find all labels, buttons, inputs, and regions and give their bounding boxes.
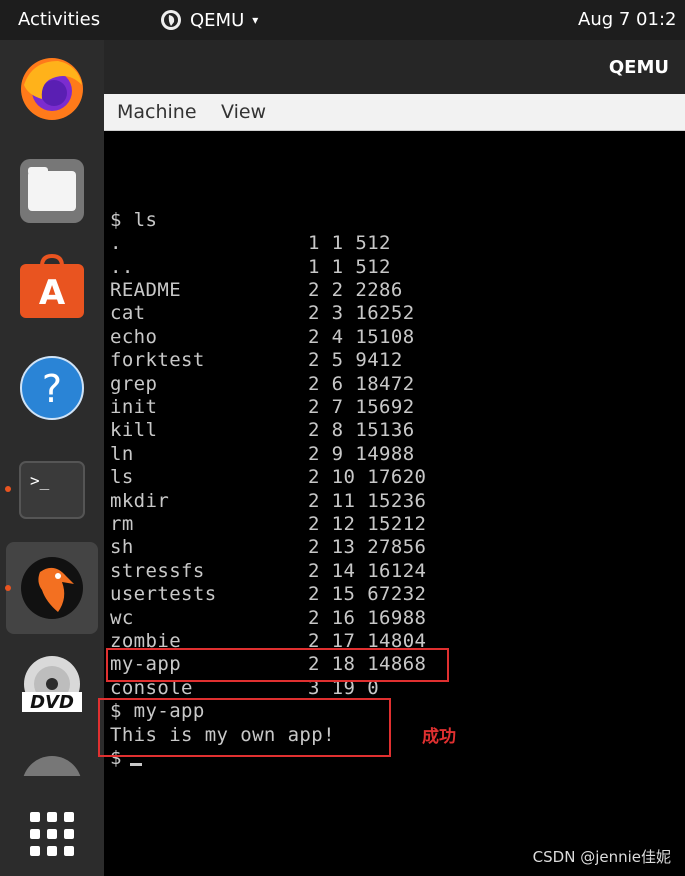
file-meta: 2 12 15212 [308, 513, 427, 535]
app-menu-label: QEMU [190, 9, 245, 31]
file-meta: 2 15 67232 [308, 583, 427, 605]
file-meta: 2 4 15108 [308, 326, 415, 348]
activities-button[interactable]: Activities [18, 9, 100, 30]
file-name: grep [110, 373, 158, 395]
svg-text:?: ? [42, 367, 62, 411]
file-meta: 2 9 14988 [308, 443, 415, 465]
file-name: kill [110, 419, 158, 441]
menu-machine[interactable]: Machine [117, 101, 197, 123]
terminal-screen[interactable]: $ ls . 1 1 512 .. 1 1 512 README 2 2 2286 c… [104, 131, 685, 876]
file-name: README [110, 279, 182, 301]
file-meta: 2 13 27856 [308, 536, 427, 558]
file-name: ln [110, 443, 134, 465]
window-title: QEMU [608, 57, 669, 78]
running-indicator [5, 585, 11, 591]
app-menu[interactable]: QEMU ▾ [160, 8, 258, 32]
file-meta: 1 1 512 [308, 232, 391, 254]
help-icon[interactable]: ? [18, 354, 86, 422]
annotation-label: 成功 [422, 727, 456, 747]
svg-text:>_: >_ [30, 471, 50, 490]
command-line: $ ls [110, 209, 158, 231]
dock: A ? >_ DVD [0, 40, 104, 876]
window-titlebar[interactable]: QEMU [104, 40, 685, 94]
file-name: rm [110, 513, 134, 535]
chevron-down-icon: ▾ [252, 13, 259, 27]
watermark: CSDN @jennie佳妮 [532, 848, 671, 866]
terminal-icon[interactable]: >_ [18, 456, 86, 524]
file-name: forktest [110, 349, 205, 371]
file-meta: 2 2 2286 [308, 279, 403, 301]
file-meta: 2 11 15236 [308, 490, 427, 512]
file-name: ls [110, 466, 134, 488]
file-name: .. [110, 256, 134, 278]
file-meta: 2 10 17620 [308, 466, 427, 488]
file-meta: 2 16 16988 [308, 607, 427, 629]
firefox-icon[interactable] [18, 55, 86, 123]
file-name: usertests [110, 583, 217, 605]
running-indicator [5, 486, 11, 492]
highlight-box-my-app [106, 648, 449, 682]
file-meta: 2 14 16124 [308, 560, 427, 582]
svg-text:DVD: DVD [30, 692, 74, 713]
file-meta: 2 8 15136 [308, 419, 415, 441]
file-name: init [110, 396, 158, 418]
qemu-icon[interactable] [18, 554, 86, 622]
file-name: sh [110, 536, 134, 558]
files-icon[interactable] [18, 157, 86, 225]
file-name: stressfs [110, 560, 205, 582]
file-name: echo [110, 326, 158, 348]
menu-view[interactable]: View [221, 101, 266, 123]
file-name: wc [110, 607, 134, 629]
software-center-icon[interactable]: A [18, 252, 86, 320]
file-name: cat [110, 302, 146, 324]
file-meta: 1 1 512 [308, 256, 391, 278]
partial-icon[interactable] [18, 752, 86, 776]
clock[interactable]: Aug 7 01:2 [578, 9, 676, 30]
file-name: mkdir [110, 490, 170, 512]
file-name: . [110, 232, 122, 254]
file-meta: 2 6 18472 [308, 373, 415, 395]
file-meta: 2 3 16252 [308, 302, 415, 324]
show-apps-icon[interactable] [18, 800, 86, 868]
svg-text:A: A [39, 273, 66, 313]
highlight-box-output [98, 698, 391, 757]
text-cursor [129, 763, 142, 766]
dvd-icon[interactable]: DVD [18, 654, 86, 722]
file-meta: 2 7 15692 [308, 396, 415, 418]
file-meta: 2 5 9412 [308, 349, 403, 371]
qemu-app-icon [161, 10, 181, 30]
top-bar: Activities QEMU ▾ Aug 7 01:2 [0, 0, 685, 40]
menu-bar: Machine View [104, 94, 685, 131]
